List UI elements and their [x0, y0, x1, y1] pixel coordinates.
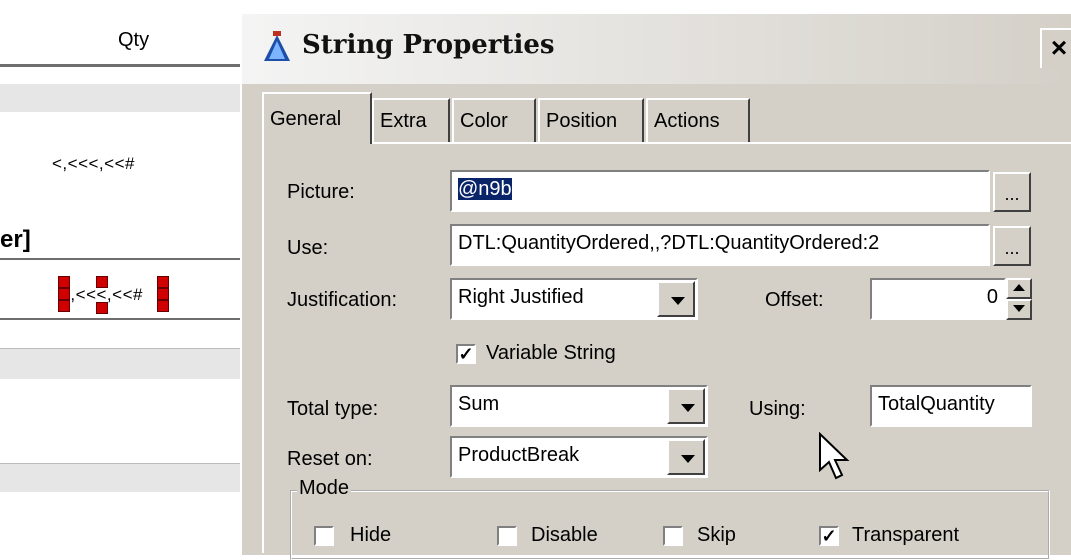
picture-label: Picture: [287, 181, 355, 203]
use-label: Use: [287, 237, 329, 259]
use-input[interactable]: DTL:QuantityOrdered,,?DTL:QuantityOrdere… [450, 224, 990, 266]
using-label: Using: [749, 398, 806, 420]
clarion-app-icon [264, 31, 290, 61]
mouse-pointer-icon [819, 432, 850, 480]
resize-handle[interactable] [58, 276, 70, 288]
resize-handle[interactable] [157, 300, 169, 312]
tab-extra-label: Extra [380, 110, 427, 132]
resize-handle[interactable] [96, 276, 108, 288]
justification-dropdown-button[interactable] [657, 281, 695, 317]
chevron-down-icon [681, 404, 695, 412]
variable-string-checkbox[interactable]: ✓ [456, 344, 476, 364]
offset-input[interactable]: 0 [870, 278, 1006, 320]
offset-spin-up[interactable] [1006, 278, 1032, 299]
reset-on-label: Reset on: [287, 448, 373, 470]
group-divider [0, 258, 240, 260]
resize-handle[interactable] [58, 288, 70, 300]
spin-up-icon [1013, 284, 1025, 291]
justification-value: Right Justified [458, 286, 584, 308]
dialog-title: String Properties [302, 30, 555, 60]
group-band-label: er] [0, 226, 31, 253]
header-divider [0, 64, 240, 67]
skip-label: Skip [697, 524, 736, 546]
offset-label: Offset: [765, 289, 824, 311]
resize-handle[interactable] [58, 300, 70, 312]
qty-column-header: Qty [0, 0, 240, 64]
tab-position[interactable]: Position [538, 98, 644, 142]
offset-spin-down[interactable] [1006, 299, 1032, 320]
disable-checkbox[interactable] [497, 526, 517, 546]
use-lookup-button[interactable]: ... [993, 226, 1031, 266]
picture-lookup-button[interactable]: ... [993, 172, 1031, 212]
resize-handle[interactable] [157, 288, 169, 300]
tab-color[interactable]: Color [452, 98, 536, 142]
skip-checkbox[interactable] [663, 526, 683, 546]
chevron-down-icon [681, 455, 695, 463]
band-separator [0, 348, 240, 379]
picture-input[interactable]: @n9b [450, 170, 990, 212]
picture-value: @n9b [458, 178, 512, 200]
using-input[interactable]: TotalQuantity [870, 385, 1032, 427]
tab-actions-label: Actions [654, 110, 720, 132]
reset-on-value: ProductBreak [458, 444, 580, 466]
band-divider [0, 318, 240, 320]
detail-picture-field[interactable]: <,<<<,<<# [52, 154, 135, 174]
qty-header-label: Qty [118, 29, 150, 51]
transparent-checkbox[interactable]: ✓ [819, 526, 839, 546]
justification-label: Justification: [287, 289, 398, 311]
band-separator [0, 463, 240, 492]
tab-general-label: General [270, 108, 342, 130]
resize-handle[interactable] [157, 276, 169, 288]
mode-group-title: Mode [297, 477, 352, 500]
tab-color-label: Color [460, 110, 508, 132]
resize-handle[interactable] [96, 302, 108, 314]
tab-position-label: Position [546, 110, 618, 132]
tab-extra[interactable]: Extra [372, 98, 450, 142]
report-designer-canvas: Qty <,<<<,<<# er] <,<<<,<<# [0, 0, 240, 553]
total-type-value: Sum [458, 393, 500, 415]
band-separator [0, 84, 240, 112]
variable-string-label: Variable String [486, 342, 616, 364]
tab-actions[interactable]: Actions [646, 98, 750, 142]
hide-checkbox[interactable] [314, 526, 334, 546]
reset-on-dropdown-button[interactable] [667, 439, 705, 475]
transparent-label: Transparent [852, 524, 960, 546]
close-button[interactable]: × [1040, 28, 1071, 68]
dialog-titlebar[interactable]: String Properties [242, 14, 1071, 84]
disable-label: Disable [531, 524, 598, 546]
hide-label: Hide [350, 524, 392, 546]
chevron-down-icon [671, 297, 685, 305]
total-type-label: Total type: [287, 398, 379, 420]
spin-down-icon [1013, 305, 1025, 312]
total-type-dropdown-button[interactable] [667, 388, 705, 424]
tab-general[interactable]: General [262, 92, 372, 144]
